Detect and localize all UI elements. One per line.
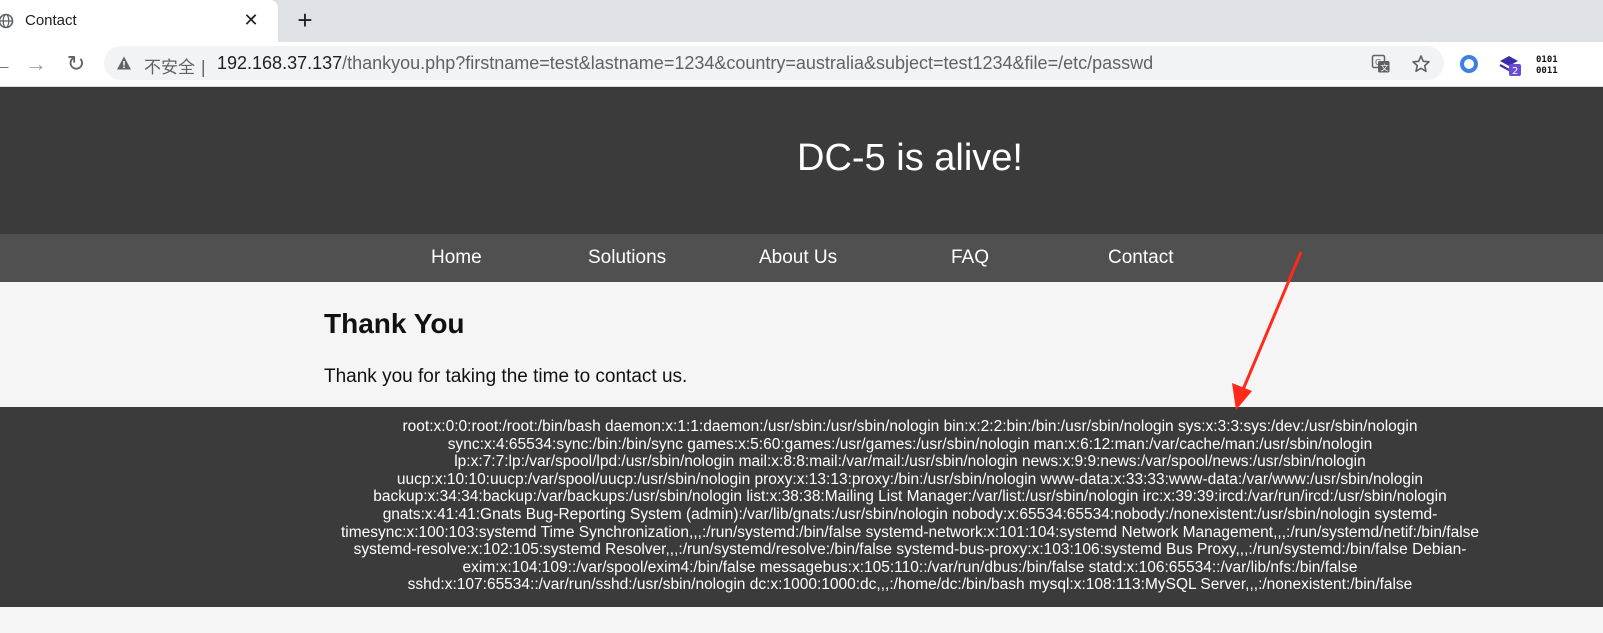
warning-icon — [117, 56, 131, 70]
file-output: root:x:0:0:root:/root:/bin/bash daemon:x… — [0, 407, 1603, 607]
binary-extension-icon[interactable]: 0101 0011 — [1535, 52, 1559, 76]
url-path: /thankyou.php?firstname=test&lastname=12… — [342, 53, 1154, 73]
extension-badge: 2 — [1512, 66, 1518, 76]
new-tab-button[interactable]: + — [293, 7, 317, 33]
output-line: uucp:x:10:10:uucp:/var/spool/uucp:/usr/s… — [396, 470, 1424, 488]
output-line: root:x:0:0:root:/root:/bin/bash daemon:x… — [402, 418, 1418, 435]
output-line: gnats:x:41:41:Gnats Bug-Reporting System… — [382, 506, 1438, 523]
tab-contact[interactable]: Contact ✕ — [0, 0, 278, 42]
svg-text:0011: 0011 — [1536, 66, 1558, 76]
tab-strip: Contact ✕ + — [0, 0, 1603, 42]
address-bar[interactable]: 不安全 | 192.168.37.137/thankyou.php?firstn… — [104, 46, 1444, 80]
url-host: 192.168.37.137 — [217, 53, 343, 73]
output-line: timesync:x:100:103:systemd Time Synchron… — [340, 523, 1480, 541]
circle-extension-icon[interactable] — [1457, 52, 1481, 76]
svg-text:0101: 0101 — [1536, 55, 1558, 65]
back-button[interactable]: ← — [0, 50, 16, 78]
nav-contact[interactable]: Contact — [1108, 247, 1173, 269]
main-content: Thank You Thank you for taking the time … — [0, 282, 1603, 407]
nav-solutions[interactable]: Solutions — [588, 247, 666, 269]
nav-home[interactable]: Home — [431, 247, 482, 269]
output-line: exim:x:104:109::/var/spool/exim4:/bin/fa… — [462, 558, 1358, 576]
url-text[interactable]: 192.168.37.137/thankyou.php?firstname=te… — [217, 53, 1153, 74]
thank-you-message: Thank you for taking the time to contact… — [324, 366, 688, 387]
site-nav: Home Solutions About Us FAQ Contact — [0, 234, 1603, 282]
site-header: DC-5 is alive! — [0, 87, 1603, 234]
site-title: DC-5 is alive! — [797, 137, 1023, 179]
output-line: backup:x:34:34:backup:/var/backups:/usr/… — [373, 488, 1447, 506]
output-line: lp:x:7:7:lp:/var/spool/lpd:/usr/sbin/nol… — [454, 453, 1366, 471]
security-status[interactable]: 不安全 | — [144, 53, 206, 78]
star-icon[interactable] — [1411, 54, 1431, 74]
tab-title: Contact — [25, 12, 77, 29]
svg-text:文: 文 — [1381, 63, 1389, 73]
output-line: sshd:x:107:65534::/var/run/sshd:/usr/sbi… — [407, 576, 1413, 594]
page-heading: Thank You — [324, 308, 465, 339]
nav-about-us[interactable]: About Us — [759, 247, 837, 269]
close-icon[interactable]: ✕ — [241, 10, 261, 30]
nav-faq[interactable]: FAQ — [951, 247, 989, 269]
translate-icon[interactable]: G 文 — [1371, 54, 1391, 74]
output-line: systemd-resolve:x:102:105:systemd Resolv… — [353, 541, 1467, 559]
browser-toolbar: ← → ↻ 不安全 | 192.168.37.137/thankyou.php?… — [0, 42, 1603, 87]
globe-icon — [0, 13, 14, 29]
layers-extension-icon[interactable]: 2 — [1497, 52, 1521, 76]
output-line: sync:x:4:65534:sync:/bin:/bin/sync games… — [447, 435, 1373, 453]
page-bottom — [0, 607, 1603, 633]
reload-button[interactable]: ↻ — [62, 50, 90, 78]
forward-button[interactable]: → — [22, 50, 50, 78]
